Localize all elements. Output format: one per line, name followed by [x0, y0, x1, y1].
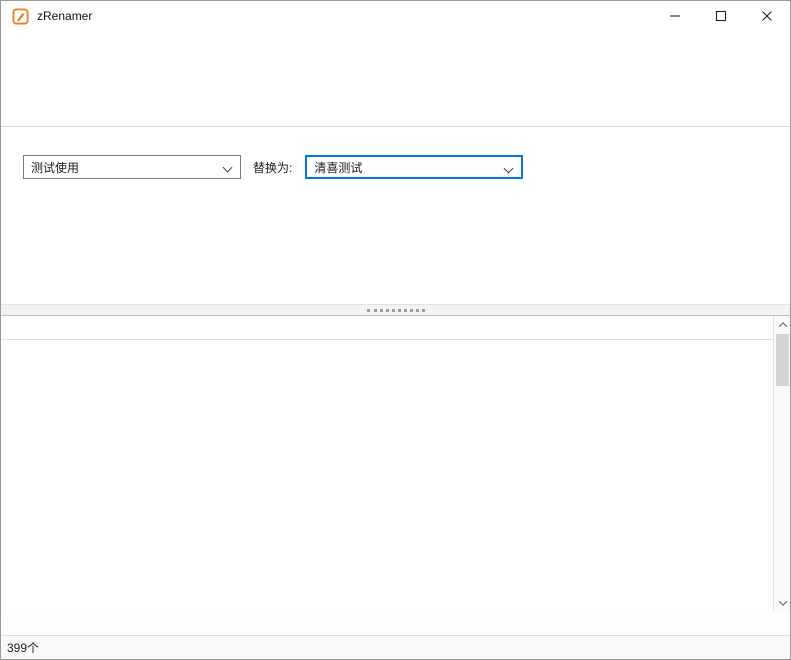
status-bar: 399个	[1, 635, 790, 659]
file-table	[1, 316, 790, 611]
tab-strip	[1, 103, 790, 127]
find-text-value: 测试使用	[31, 159, 79, 176]
replace-options-row	[1, 127, 790, 142]
scroll-up-button[interactable]	[774, 316, 791, 333]
close-button[interactable]	[744, 1, 790, 31]
vertical-scrollbar[interactable]	[773, 316, 790, 611]
pane-splitter[interactable]	[1, 304, 790, 316]
minimize-icon	[669, 10, 681, 22]
find-text-combobox[interactable]: 测试使用	[23, 155, 241, 179]
chevron-down-icon	[223, 163, 233, 173]
table-header-row	[1, 316, 773, 340]
replace-text-value: 清喜测试	[314, 159, 362, 176]
menu-bar	[1, 31, 790, 57]
scrollbar-thumb[interactable]	[776, 334, 789, 386]
app-logo-icon	[12, 8, 29, 25]
maximize-button[interactable]	[698, 1, 744, 31]
title-bar: zRenamer	[1, 1, 790, 31]
window-controls	[652, 1, 790, 31]
app-window: zRenamer 测试使用 替换为: 清喜测试	[0, 0, 791, 660]
toolbar	[1, 57, 790, 103]
chevron-down-icon	[504, 164, 514, 174]
close-icon	[761, 10, 773, 22]
minimize-button[interactable]	[652, 1, 698, 31]
replace-inputs-row: 测试使用 替换为: 清喜测试	[1, 155, 790, 179]
window-title: zRenamer	[37, 9, 92, 23]
maximize-icon	[715, 10, 727, 22]
replace-tab-page: 测试使用 替换为: 清喜测试	[1, 127, 790, 304]
chevron-up-icon	[778, 322, 786, 330]
selection-bar	[1, 611, 790, 635]
chevron-down-icon	[778, 597, 786, 605]
file-count: 399个	[7, 639, 39, 656]
replace-with-label: 替换为:	[253, 159, 292, 176]
scroll-down-button[interactable]	[774, 594, 791, 611]
replace-text-combobox[interactable]: 清喜测试	[305, 155, 523, 179]
splitter-grip-icon	[367, 309, 425, 312]
